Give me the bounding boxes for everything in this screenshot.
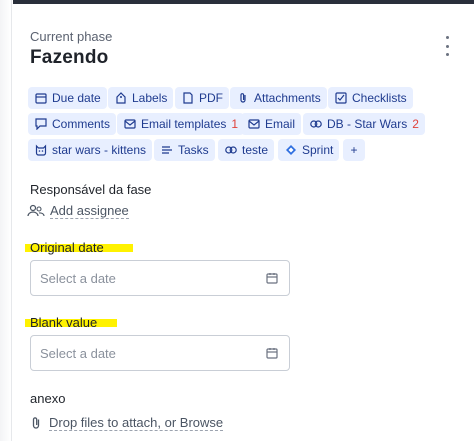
mail-icon <box>247 118 260 131</box>
document-icon <box>181 92 194 105</box>
anexo-label: anexo <box>30 391 66 406</box>
add-label: + <box>350 143 358 157</box>
chip-label: Email templates <box>141 117 227 131</box>
pdf-button[interactable]: PDF <box>175 87 229 109</box>
checklists-button[interactable]: Checklists <box>328 87 413 109</box>
blank-value-input[interactable]: Select a date <box>30 335 290 371</box>
attach-files-text: Drop files to attach, or Browse <box>49 415 224 431</box>
original-date-input[interactable]: Select a date <box>30 260 290 296</box>
checklist-icon <box>334 92 347 105</box>
due-date-button[interactable]: Due date <box>28 87 107 109</box>
count-badge: 1 <box>231 117 239 131</box>
sprint-icon <box>284 144 297 157</box>
attachments-button[interactable]: Attachments <box>230 87 327 109</box>
mail-icon <box>123 118 136 131</box>
star-wars-kittens-button[interactable]: star wars - kittens <box>28 139 153 161</box>
chip-label: DB - Star Wars <box>327 117 408 131</box>
chip-label: teste <box>242 143 269 157</box>
date-placeholder: Select a date <box>40 345 116 361</box>
chip-label: Attachments <box>254 91 321 105</box>
email-button[interactable]: Email <box>241 113 302 135</box>
tasks-icon <box>160 144 173 157</box>
panel-left-edge <box>0 0 12 441</box>
chip-label: Sprint <box>302 143 334 157</box>
chip-label: Checklists <box>352 91 407 105</box>
responsavel-label: Responsável da fase <box>30 182 152 197</box>
paperclip-icon <box>29 416 43 430</box>
chip-label: Email <box>265 117 296 131</box>
add-assignee-text: Add assignee <box>50 203 129 219</box>
original-date-label: Original date <box>30 240 104 255</box>
sprint-button[interactable]: Sprint <box>278 139 340 161</box>
attach-files-link[interactable]: Drop files to attach, or Browse <box>29 415 224 431</box>
chip-label: PDF <box>199 91 223 105</box>
calendar-icon <box>34 92 47 105</box>
labels-button[interactable]: Labels <box>108 87 174 109</box>
database-link-icon <box>309 118 322 131</box>
link-icon <box>224 144 237 157</box>
comments-button[interactable]: Comments <box>28 113 117 135</box>
phase-title: Fazendo <box>30 47 109 68</box>
teste-button[interactable]: teste <box>218 139 275 161</box>
top-bar <box>13 0 474 4</box>
tag-icon <box>114 92 127 105</box>
phase-label: Current phase <box>30 29 113 44</box>
paperclip-icon <box>236 92 249 105</box>
count-badge: 2 <box>412 117 419 131</box>
add-assignee-link[interactable]: Add assignee <box>27 203 129 219</box>
chip-label: Tasks <box>178 143 209 157</box>
db-star-wars-button[interactable]: DB - Star Wars 2 <box>303 113 425 135</box>
tasks-button[interactable]: Tasks <box>154 139 215 161</box>
chip-label: Due date <box>52 91 101 105</box>
blank-value-label: Blank value <box>30 315 98 330</box>
calendar-icon <box>266 348 278 359</box>
chip-label: Labels <box>132 91 168 105</box>
comment-icon <box>34 118 47 131</box>
users-icon <box>27 204 45 218</box>
calendar-icon <box>266 273 278 284</box>
cat-icon <box>34 144 47 157</box>
add-connection-button[interactable]: + <box>343 139 365 161</box>
chip-label: Comments <box>52 117 111 131</box>
more-options-icon[interactable] <box>442 36 452 56</box>
chip-label: star wars - kittens <box>52 143 147 157</box>
email-templates-button[interactable]: Email templates 1 <box>117 113 245 135</box>
date-placeholder: Select a date <box>40 270 116 286</box>
